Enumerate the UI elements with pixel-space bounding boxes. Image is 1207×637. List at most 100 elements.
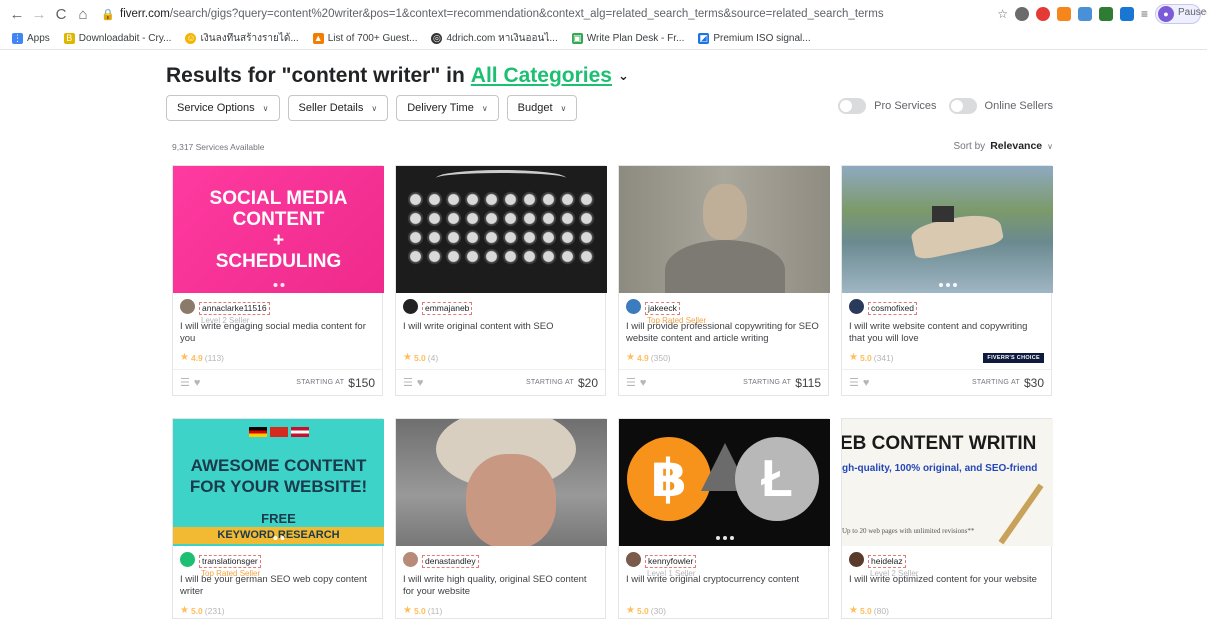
gig-title[interactable]: I will write website content and copywri… [842, 318, 1051, 350]
gig-thumbnail[interactable]: AWESOME CONTENT FOR YOUR WEBSITE! FREE K… [173, 419, 384, 546]
metamask-icon[interactable] [1056, 7, 1071, 21]
sort-dropdown[interactable]: Sort by Relevance ∨ [954, 140, 1054, 152]
bookmark-item[interactable]: B Downloadabit - Cry... [63, 33, 171, 44]
profile-button[interactable]: ● Paused [1155, 4, 1207, 24]
category-link[interactable]: All Categories [471, 64, 612, 88]
carousel-dots[interactable] [938, 283, 957, 287]
rating: ★ 4.9 (350) [619, 350, 828, 365]
pro-services-toggle[interactable] [838, 98, 867, 114]
profile-avatar: ● [1158, 6, 1174, 22]
gig-title[interactable]: I will provide professional copywriting … [619, 318, 828, 350]
gig-title[interactable]: I will be your german SEO web copy conte… [173, 571, 382, 603]
gig-card[interactable]: emmajaneb I will write original content … [395, 165, 607, 396]
bookmark-apps[interactable]: ⋮ Apps [12, 33, 50, 44]
seller-name[interactable]: annaclarke11516 [199, 302, 270, 315]
card-footer: ☰ ♥ STARTING AT $30 [842, 369, 1051, 395]
gig-thumbnail[interactable] [842, 166, 1053, 293]
extension-icon[interactable] [1119, 7, 1134, 21]
seller-name[interactable]: kennyfowler [645, 555, 697, 568]
gig-title[interactable]: I will write optimized content for your … [842, 571, 1051, 603]
page-title: Results for "content writer" in All Cate… [166, 64, 629, 88]
star-icon: ★ [849, 352, 858, 363]
avatar[interactable] [849, 299, 864, 314]
bookmark-label: เงินลงทึนสร้างรายได้... [200, 33, 299, 44]
menu-icon[interactable]: ☰ [626, 376, 636, 389]
bookmark-item[interactable]: ◩ Premium ISO signal... [698, 33, 811, 44]
seller-name[interactable]: emmajaneb [422, 302, 473, 315]
avatar[interactable] [403, 299, 418, 314]
seller-name[interactable]: translationsger [199, 555, 261, 568]
gig-card[interactable]: AWESOME CONTENT FOR YOUR WEBSITE! FREE K… [172, 418, 384, 619]
forward-icon[interactable]: → [28, 3, 50, 25]
filter-service-options[interactable]: Service Options ∨ [166, 95, 280, 121]
carousel-dots[interactable] [273, 283, 284, 287]
gig-title[interactable]: I will write high quality, original SEO … [396, 571, 605, 603]
bookmark-item[interactable]: ▣ Write Plan Desk - Fr... [571, 33, 684, 44]
bookmark-item[interactable]: ◎ 4drich.com หาเงินออนไ... [431, 31, 558, 46]
star-icon[interactable]: ☆ [997, 7, 1008, 21]
extension-icon[interactable] [1014, 7, 1029, 21]
menu-icon[interactable]: ☰ [180, 376, 190, 389]
gig-card[interactable]: cosmofixed I will write website content … [841, 165, 1053, 396]
seller-name[interactable]: heidelaz [868, 555, 906, 568]
reading-list-icon[interactable]: ≡ [1141, 7, 1148, 21]
url-field[interactable]: fiverr.com/search/gigs?query=content%20w… [120, 8, 980, 20]
gig-card[interactable]: ฿ Ł kennyfowler Level 1 Seller I will wri… [618, 418, 830, 619]
avatar[interactable] [180, 299, 195, 314]
avatar[interactable] [180, 552, 195, 567]
litecoin-icon: Ł [735, 437, 819, 521]
filter-seller-details[interactable]: Seller Details ∨ [287, 95, 389, 121]
seller-name[interactable]: denastandley [422, 555, 479, 568]
thumb-text: + [272, 230, 285, 251]
extension-icon[interactable] [1098, 7, 1113, 21]
gig-thumbnail[interactable] [619, 166, 830, 293]
bookmark-icon: ☺ [185, 33, 197, 44]
filter-delivery-time[interactable]: Delivery Time ∨ [396, 95, 499, 121]
gig-card[interactable]: EB CONTENT WRITIN gh-quality, 100% origi… [841, 418, 1053, 619]
bookmark-icon: B [63, 33, 75, 44]
menu-icon[interactable]: ☰ [849, 376, 859, 389]
bookmark-item[interactable]: ☺ เงินลงทึนสร้างรายได้... [185, 31, 299, 46]
gig-thumbnail[interactable]: SOCIAL MEDIA CONTENT + SCHEDULING [173, 166, 384, 293]
gig-title[interactable]: I will write engaging social media conte… [173, 318, 382, 350]
seller-name[interactable]: jakeeck [645, 302, 680, 315]
gig-card[interactable]: SOCIAL MEDIA CONTENT + SCHEDULING annacl… [172, 165, 384, 396]
avatar[interactable] [626, 552, 641, 567]
gig-card[interactable]: jakeeck Top Rated Seller I will provide p… [618, 165, 830, 396]
laptop-image [932, 206, 954, 222]
extension-icon[interactable] [1035, 7, 1050, 21]
filter-budget[interactable]: Budget ∨ [506, 95, 578, 121]
reload-icon[interactable]: C [50, 3, 72, 25]
seller-name[interactable]: cosmofixed [868, 302, 917, 315]
online-sellers-toggle[interactable] [948, 98, 977, 114]
home-icon[interactable]: ⌂ [72, 3, 94, 25]
gig-thumbnail[interactable]: EB CONTENT WRITIN gh-quality, 100% origi… [842, 419, 1053, 546]
avatar[interactable] [849, 552, 864, 567]
gig-card[interactable]: denastandley I will write high quality, … [395, 418, 607, 619]
avatar[interactable] [626, 299, 641, 314]
gig-title[interactable]: I will write original content with SEO [396, 318, 605, 350]
seller-info: emmajaneb [396, 293, 605, 318]
heart-icon[interactable]: ♥ [417, 377, 424, 389]
gig-thumbnail[interactable]: ฿ Ł [619, 419, 830, 546]
heart-icon[interactable]: ♥ [194, 377, 201, 389]
back-icon[interactable]: ← [6, 3, 28, 25]
gig-title[interactable]: I will write original cryptocurrency con… [619, 571, 828, 603]
rating-score: 5.0 [190, 605, 203, 616]
bookmark-item[interactable]: ▲ List of 700+ Guest... [312, 33, 417, 44]
carousel-dots[interactable] [273, 536, 284, 540]
extension-icon[interactable] [1077, 7, 1092, 21]
price: $30 [1023, 375, 1044, 390]
heart-icon[interactable]: ♥ [863, 377, 870, 389]
menu-icon[interactable]: ☰ [403, 376, 413, 389]
gig-thumbnail[interactable] [396, 166, 607, 293]
chevron-down-icon[interactable]: ⌄ [618, 68, 629, 84]
flags-image [249, 427, 309, 437]
starting-at-label: STARTING AT [296, 379, 345, 386]
rating-score: 5.0 [859, 352, 872, 363]
avatar[interactable] [403, 552, 418, 567]
heart-icon[interactable]: ♥ [640, 377, 647, 389]
rating-score: 5.0 [413, 352, 426, 363]
gig-thumbnail[interactable] [396, 419, 607, 546]
carousel-dots[interactable] [715, 536, 734, 540]
